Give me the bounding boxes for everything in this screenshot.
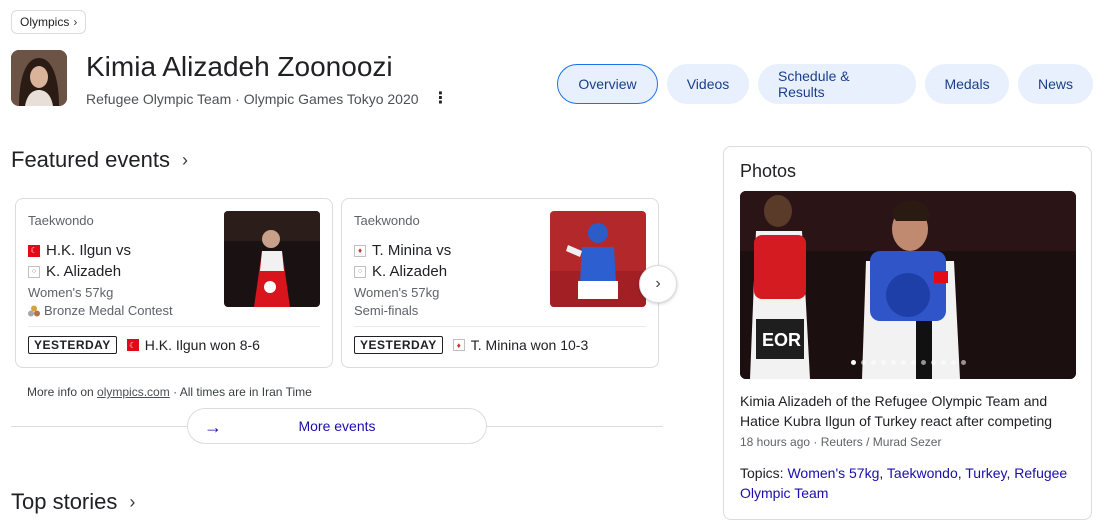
photo-caption: Kimia Alizadeh of the Refugee Olympic Te… (740, 393, 1053, 429)
athlete-subtitle: Refugee Olympic Team · Olympic Games Tok… (86, 90, 449, 108)
more-events-button[interactable]: → More events (187, 408, 487, 444)
tab-videos[interactable]: Videos (667, 64, 749, 104)
arrow-right-icon: → (204, 417, 222, 437)
carousel-dot[interactable] (920, 360, 926, 365)
olympics-link[interactable]: olympics.com (97, 385, 170, 399)
featured-events-title: Featured events (11, 147, 170, 172)
carousel-dot[interactable] (880, 360, 886, 365)
carousel-dot[interactable] (960, 360, 966, 365)
tab-medals[interactable]: Medals (925, 64, 1009, 104)
player-1-name: T. Minina vs (372, 242, 452, 259)
event-player-1: ☾ H.K. Ilgun vs (28, 242, 131, 259)
athlete-games: Olympic Games Tokyo 2020 (243, 91, 419, 107)
photo-time: 18 hours ago (740, 435, 811, 449)
chevron-right-icon: › (73, 15, 78, 29)
event-result-row: YESTERDAY ☾ H.K. Ilgun won 8-6 (28, 336, 260, 354)
photo-topics: Topics: Women's 57kg, Taekwondo, Turkey,… (740, 465, 1068, 501)
breadcrumb-olympics[interactable]: Olympics › (11, 10, 87, 34)
chevron-right-icon: › (181, 150, 188, 170)
tab-news[interactable]: News (1018, 64, 1093, 104)
photo-source: 18 hours ago · Reuters / Murad Sezer (740, 435, 942, 449)
event-player-2: ○ K. Alizadeh (354, 263, 447, 280)
turkey-flag-icon: ☾ (28, 244, 40, 257)
carousel-dot[interactable] (910, 360, 916, 365)
tab-overview[interactable]: Overview (557, 64, 658, 104)
tab-bar: Overview Videos Schedule & Results Medal… (557, 64, 1093, 104)
featured-events-heading[interactable]: Featured events › (11, 146, 188, 174)
chevron-right-icon: › (129, 492, 136, 512)
date-badge: YESTERDAY (354, 336, 443, 354)
breadcrumb-label: Olympics (20, 15, 70, 29)
chevron-right-icon: › (655, 275, 661, 292)
card-divider (354, 326, 646, 327)
topic-link-womens-57kg[interactable]: Women's 57kg (787, 465, 879, 481)
carousel-dot[interactable] (900, 360, 906, 365)
player-2-name: K. Alizadeh (46, 263, 122, 280)
event-result: T. Minina won 10-3 (470, 337, 589, 353)
topic-link-turkey[interactable]: Turkey (965, 465, 1006, 481)
photo-text: EOR (762, 330, 801, 350)
event-player-1: ♦ T. Minina vs (354, 242, 451, 259)
event-thumbnail (550, 211, 646, 307)
olympic-flag-icon: ○ (28, 265, 40, 278)
event-sport: Taekwondo (28, 213, 94, 228)
more-info-line: More info on olympics.com · All times ar… (27, 385, 312, 399)
topics-label: Topics: (740, 465, 784, 481)
photos-panel: Photos EOR Kimia Alizadeh of the Refugee… (723, 146, 1092, 520)
event-card-bronze[interactable]: Taekwondo ☾ H.K. Ilgun vs ○ K. Alizadeh … (15, 198, 333, 368)
event-round: Bronze Medal Contest (28, 303, 173, 318)
date-badge: YESTERDAY (28, 336, 117, 354)
more-info-suffix: · All times are in Iran Time (173, 385, 312, 399)
round-label: Bronze Medal Contest (44, 303, 173, 318)
athlete-team: Refugee Olympic Team (86, 91, 232, 107)
roc-flag-icon: ♦ (452, 339, 465, 351)
event-result: H.K. Ilgun won 8-6 (144, 337, 260, 353)
player-1-name: H.K. Ilgun vs (46, 242, 132, 259)
subtitle-separator: · (235, 91, 240, 107)
carousel-dot[interactable] (870, 360, 876, 365)
event-category: Women's 57kg (28, 285, 114, 300)
tab-schedule-results[interactable]: Schedule & Results (758, 64, 916, 104)
carousel-dot[interactable] (940, 360, 946, 365)
event-card-semifinal[interactable]: Taekwondo ♦ T. Minina vs ○ K. Alizadeh W… (341, 198, 659, 368)
card-divider (28, 326, 320, 327)
carousel-dot[interactable] (850, 360, 856, 365)
photos-title: Photos (740, 161, 797, 181)
event-result-row: YESTERDAY ♦ T. Minina won 10-3 (354, 336, 588, 354)
medal-icon (28, 305, 40, 316)
top-stories-heading[interactable]: Top stories › (11, 488, 135, 516)
carousel-dot[interactable] (950, 360, 956, 365)
turkey-flag-icon: ☾ (126, 339, 139, 351)
athlete-avatar[interactable] (11, 50, 67, 106)
more-vert-icon[interactable]: ⋮ (433, 91, 449, 107)
olympic-flag-icon: ○ (354, 265, 366, 278)
event-sport: Taekwondo (354, 213, 420, 228)
athlete-name: Kimia Alizadeh Zoonoozi (86, 51, 393, 82)
event-player-2: ○ K. Alizadeh (28, 263, 121, 280)
carousel-dots (740, 360, 1076, 365)
photo-credit: Reuters / Murad Sezer (820, 435, 942, 449)
more-info-prefix: More info on (27, 385, 94, 399)
topic-link-taekwondo[interactable]: Taekwondo (887, 465, 958, 481)
top-stories-title: Top stories (11, 489, 118, 514)
more-events-label: More events (298, 418, 376, 434)
roc-flag-icon: ♦ (354, 244, 366, 257)
carousel-dot[interactable] (930, 360, 936, 365)
event-thumbnail (224, 211, 320, 307)
player-2-name: K. Alizadeh (372, 263, 448, 280)
event-category: Women's 57kg (354, 285, 440, 300)
carousel-dot[interactable] (890, 360, 896, 365)
photo-main[interactable]: EOR (740, 191, 1076, 379)
carousel-next-button[interactable]: › (639, 265, 677, 303)
event-round: Semi-finals (354, 303, 419, 318)
carousel-dot[interactable] (860, 360, 866, 365)
